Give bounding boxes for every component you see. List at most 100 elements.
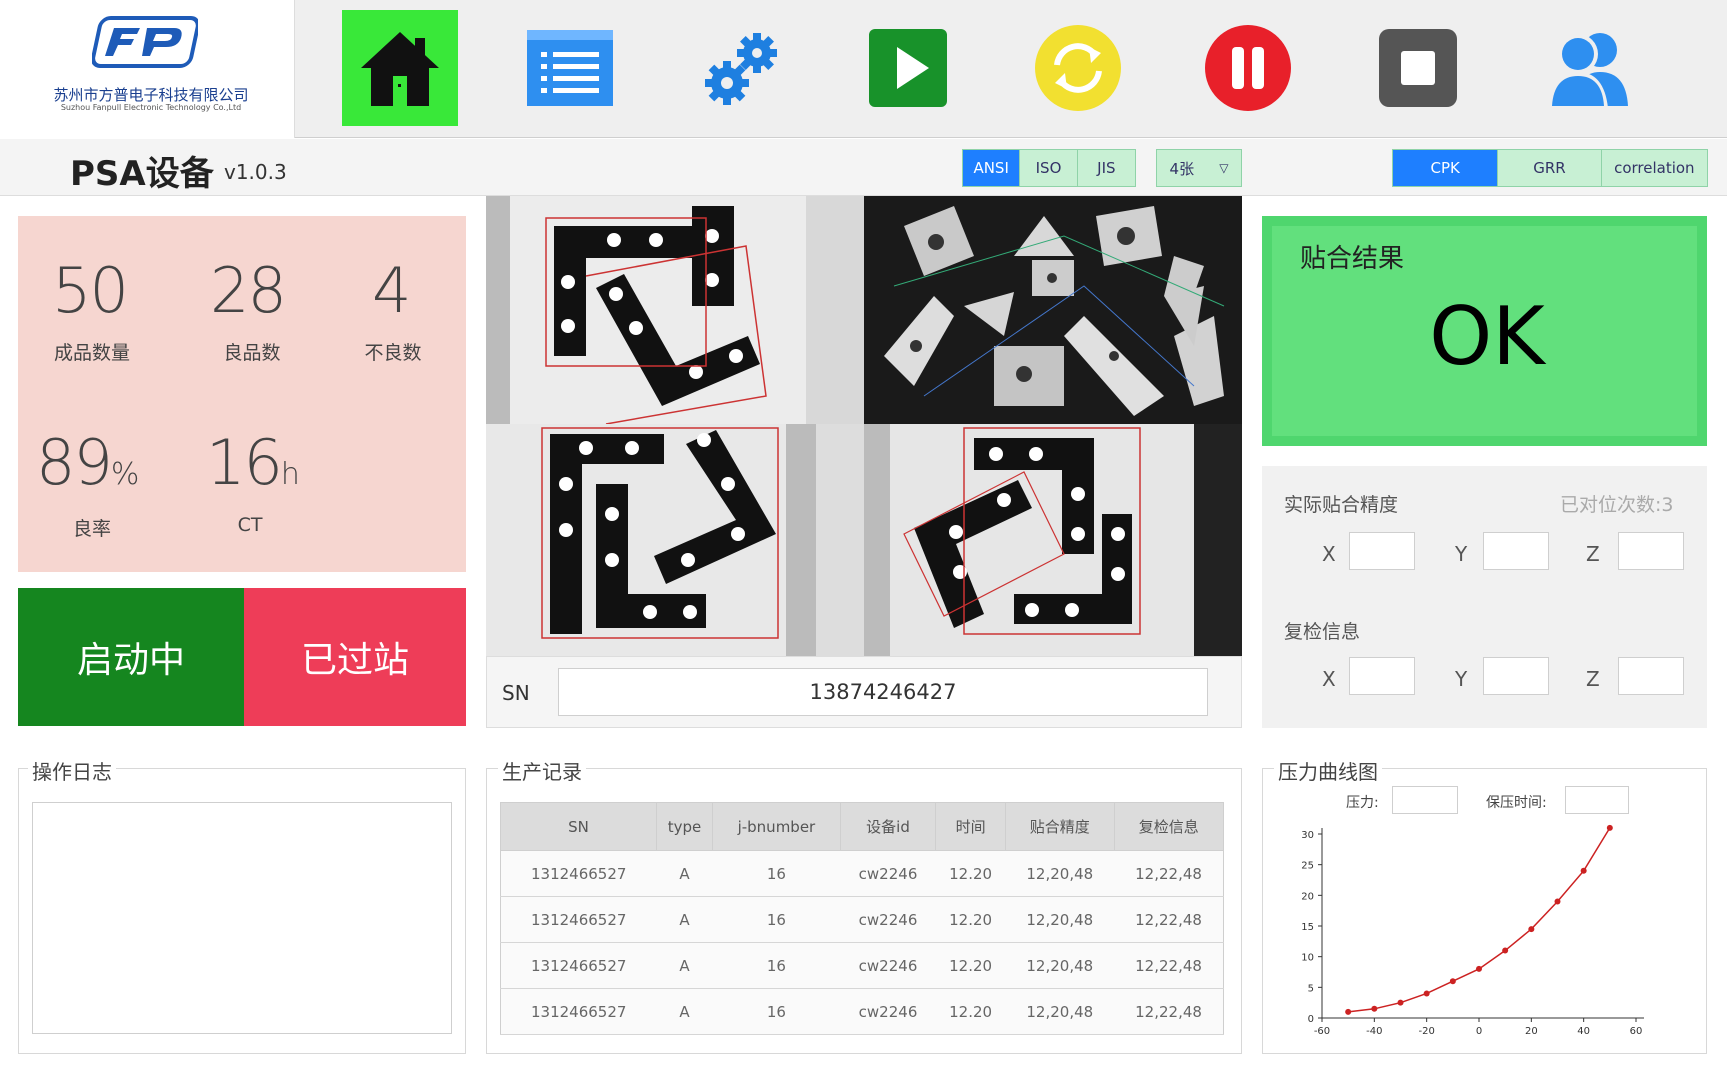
precision-z-field[interactable] [1618, 532, 1684, 570]
camera-view-4 [864, 424, 1242, 656]
play-icon [869, 29, 947, 107]
table-cell: 12,20,48 [1005, 988, 1115, 1035]
data-point [1476, 965, 1482, 972]
home-button[interactable] [342, 10, 458, 126]
chevron-down-icon: ▽ [1219, 161, 1229, 175]
table-cell: 12,22,48 [1114, 942, 1225, 989]
table-cell: 1312466527 [500, 850, 657, 897]
y-tick-label: 20 [1301, 891, 1314, 902]
table-cell: 16 [712, 850, 841, 897]
table-cell: 16 [712, 988, 841, 1035]
data-point [1528, 926, 1535, 933]
tab-jis[interactable]: JIS [1078, 150, 1135, 186]
image-count-value: 4张 [1169, 159, 1195, 178]
table-cell: A [656, 942, 713, 989]
table-cell: 12,22,48 [1114, 896, 1225, 943]
pressure-chart: 0 5 10 15 20 25 30 -60 -40 -20 0 20 40 60 [1301, 824, 1644, 1037]
x-tick-label: -40 [1366, 1026, 1382, 1037]
tab-correlation[interactable]: correlation [1602, 150, 1707, 186]
data-point [1449, 978, 1456, 985]
align-count: 已对位次数:3 [1560, 494, 1674, 516]
camera-view-1 [486, 196, 864, 424]
image-count-select[interactable]: 4张 ▽ [1156, 149, 1242, 187]
col-jbnumber: j-bnumber [712, 802, 841, 851]
tab-grr[interactable]: GRR [1498, 150, 1602, 186]
operation-log-area[interactable] [32, 802, 452, 1034]
result-title: 贴合结果 [1300, 244, 1405, 274]
pause-button[interactable] [1190, 10, 1306, 126]
bad-label: 不良数 [364, 342, 422, 364]
table-cell: cw2246 [840, 988, 936, 1035]
settings-button[interactable] [682, 10, 798, 126]
users-button[interactable] [1530, 10, 1646, 126]
users-icon [1548, 33, 1628, 108]
table-cell: 12.20 [935, 896, 1006, 943]
recheck-y-field[interactable] [1483, 657, 1549, 695]
recheck-z-field[interactable] [1618, 657, 1684, 695]
run-button[interactable] [850, 10, 966, 126]
precision-x-field[interactable] [1349, 532, 1415, 570]
data-point [1554, 898, 1561, 905]
table-row[interactable]: 1312466527 A 16 cw2246 12.20 12,20,48 12,22,48 [500, 988, 1225, 1035]
table-row[interactable]: 1312466527 A 16 cw2246 12.20 12,20,48 12,22,48 [500, 896, 1225, 943]
y-tick-label: 0 [1308, 1014, 1314, 1025]
running-status-button[interactable]: 启动中 [18, 588, 244, 726]
pause-icon [1205, 25, 1291, 111]
y-tick-label: 25 [1301, 861, 1314, 872]
recheck-x-field[interactable] [1349, 657, 1415, 695]
precision-y-label: Y [1455, 542, 1468, 566]
table-cell: 1312466527 [500, 942, 657, 989]
precision-z-label: Z [1586, 542, 1600, 566]
tab-iso[interactable]: ISO [1020, 150, 1078, 186]
hold-time-field[interactable] [1565, 786, 1629, 814]
table-cell: 12,20,48 [1005, 850, 1115, 897]
data-point [1423, 990, 1430, 997]
company-logo [92, 16, 198, 68]
sn-input[interactable]: 13874246427 [558, 668, 1208, 716]
col-type: type [655, 802, 714, 851]
y-tick-label: 5 [1308, 983, 1314, 994]
table-cell: cw2246 [840, 850, 936, 897]
data-point [1371, 1005, 1378, 1012]
hold-time-label: 保压时间: [1486, 795, 1547, 811]
table-cell: A [656, 850, 713, 897]
precision-y-field[interactable] [1483, 532, 1549, 570]
data-point [1397, 999, 1404, 1006]
pressure-chart-title: 压力曲线图 [1274, 756, 1382, 785]
standard-tabs: ANSI ISO JIS [962, 149, 1136, 187]
passed-station-button[interactable]: 已过站 [244, 588, 466, 726]
x-tick-label: -60 [1314, 1026, 1330, 1037]
company-name-en: Suzhou Fanpull Electronic Technology Co.… [60, 103, 242, 112]
reset-button[interactable] [1020, 10, 1136, 126]
table-row[interactable]: 1312466527 A 16 cw2246 12.20 12,20,48 12,22,48 [500, 942, 1225, 989]
pressure-field[interactable] [1392, 786, 1458, 814]
logo-area: 苏州市方普电子科技有限公司 Suzhou Fanpull Electronic … [0, 0, 295, 138]
finished-count: 50 [52, 254, 129, 327]
app-version: v1.0.3 [224, 160, 287, 184]
list-icon [527, 30, 613, 106]
x-tick-label: 20 [1525, 1026, 1538, 1037]
table-cell: 12,20,48 [1005, 942, 1115, 989]
table-cell: cw2246 [840, 896, 936, 943]
table-cell: 16 [712, 942, 841, 989]
data-point [1345, 1008, 1352, 1015]
sn-label: SN [502, 681, 530, 705]
ct-label: CT [237, 514, 263, 536]
x-tick-label: -20 [1418, 1026, 1434, 1037]
yield-label: 良率 [72, 518, 111, 540]
table-row[interactable]: 1312466527 A 16 cw2246 12.20 12,20,48 12,22,48 [500, 850, 1225, 897]
tab-cpk[interactable]: CPK [1393, 150, 1499, 186]
table-cell: 12,20,48 [1005, 896, 1115, 943]
precision-x-label: X [1322, 542, 1336, 566]
list-button[interactable] [512, 10, 628, 126]
col-sn: SN [500, 802, 657, 851]
tab-ansi[interactable]: ANSI [963, 150, 1021, 186]
app-title: PSA设备 [70, 154, 214, 194]
result-value: OK [1429, 290, 1545, 383]
stop-button[interactable] [1360, 10, 1476, 126]
col-time: 时间 [935, 802, 1007, 851]
recheck-x-label: X [1322, 667, 1336, 691]
data-point [1606, 824, 1613, 831]
table-cell: 12.20 [935, 988, 1006, 1035]
col-recheck: 复检信息 [1113, 802, 1225, 851]
